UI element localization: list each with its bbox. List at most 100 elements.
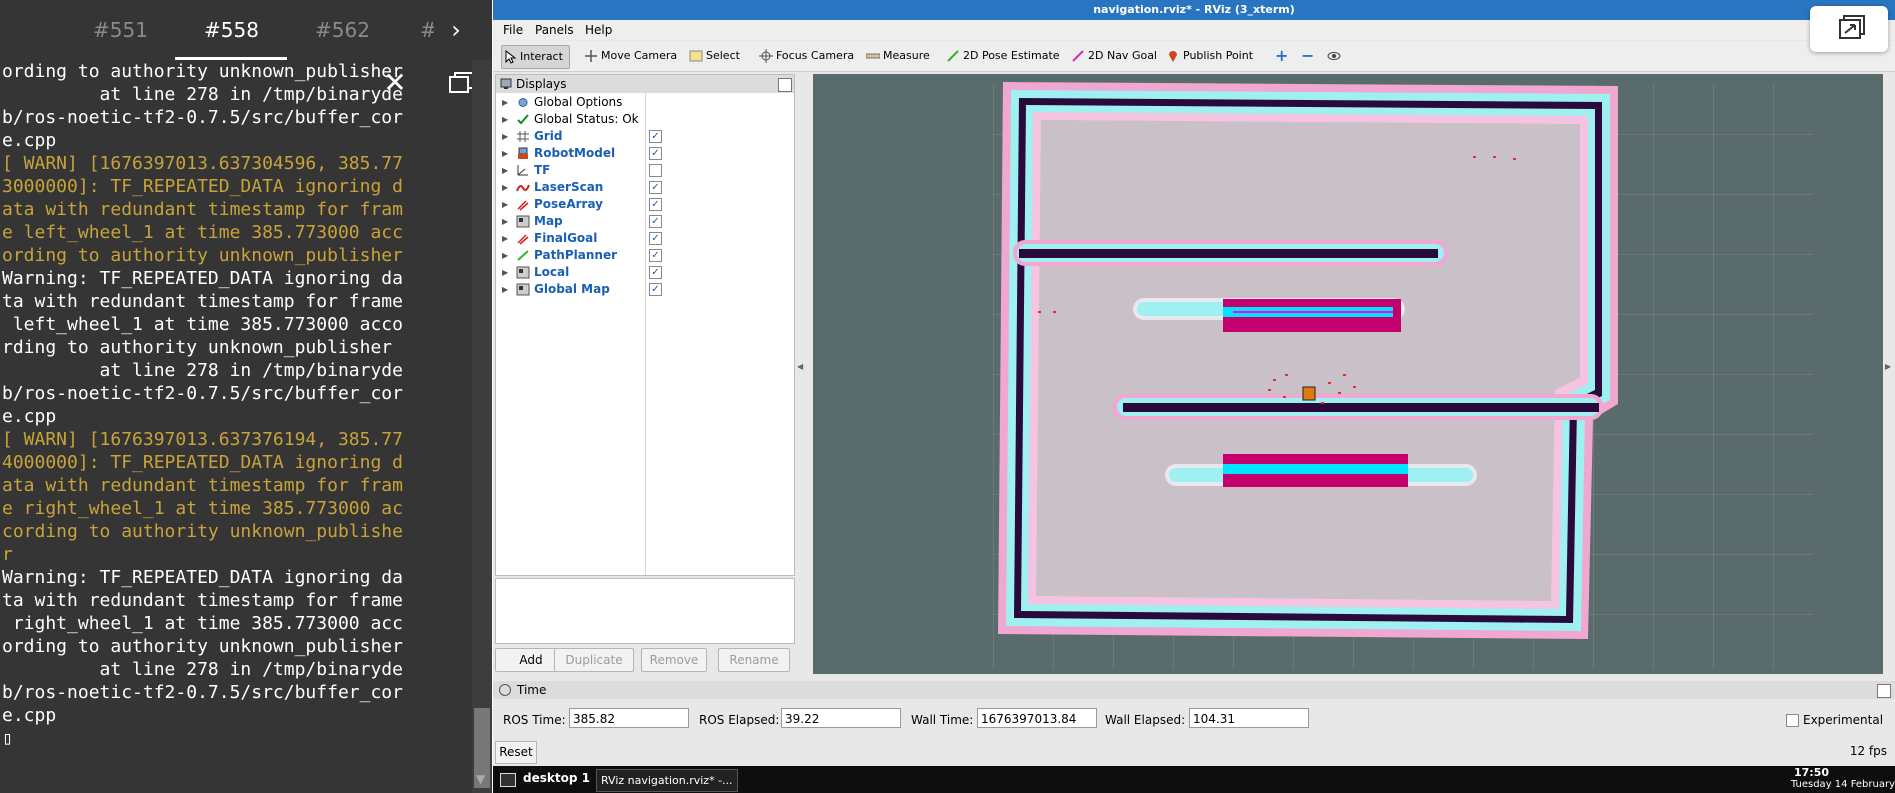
- menu-help[interactable]: Help: [585, 20, 612, 40]
- right-splitter[interactable]: ▶: [1884, 74, 1895, 674]
- display-item[interactable]: ▶ TF: [496, 162, 794, 179]
- move-icon: [585, 50, 597, 62]
- publish-point-button[interactable]: Publish Point: [1165, 45, 1253, 67]
- display-item-label: Map: [534, 214, 563, 228]
- chevron-right-icon[interactable]: ›: [440, 14, 472, 46]
- display-enable-checkbox[interactable]: [649, 164, 662, 177]
- select-button[interactable]: Select: [688, 45, 740, 67]
- occupancy-map-render[interactable]: [813, 74, 1883, 674]
- desktop-icon[interactable]: [500, 773, 516, 787]
- display-item[interactable]: ▶ Map ✓: [496, 213, 794, 230]
- interact-button[interactable]: Interact: [501, 45, 570, 69]
- undock-icon[interactable]: [778, 78, 792, 92]
- terminal-line: e.cpp: [2, 406, 57, 427]
- taskbar: desktop 1 RViz navigation.rviz* -... 17:…: [493, 766, 1895, 793]
- experimental-checkbox[interactable]: [1786, 714, 1799, 727]
- desktop-switcher[interactable]: desktop 1: [523, 771, 590, 785]
- display-enable-checkbox[interactable]: ✓: [649, 283, 662, 296]
- expand-arrow-icon[interactable]: ▶: [502, 162, 508, 179]
- grid-icon: [517, 131, 529, 142]
- display-item[interactable]: ▶ PathPlanner ✓: [496, 247, 794, 264]
- display-item[interactable]: ▶ RobotModel ✓: [496, 145, 794, 162]
- expand-arrow-icon[interactable]: ▶: [502, 247, 508, 264]
- terminal-scrollbar[interactable]: ▼: [472, 60, 492, 793]
- rviz-window: navigation.rviz* - RViz (3_xterm) File P…: [493, 0, 1895, 766]
- focus-icon: [759, 49, 773, 63]
- display-enable-checkbox[interactable]: ✓: [649, 215, 662, 228]
- focus-camera-button[interactable]: Focus Camera: [758, 45, 854, 67]
- terminal-tab-558[interactable]: #558: [204, 0, 259, 60]
- terminal-tab-551[interactable]: #551: [93, 0, 148, 60]
- expand-arrow-icon[interactable]: ▶: [502, 179, 508, 196]
- expand-arrow-icon[interactable]: ▶: [502, 213, 508, 230]
- display-enable-checkbox[interactable]: ✓: [649, 198, 662, 211]
- map-icon: [516, 283, 530, 296]
- pose-estimate-button[interactable]: 2D Pose Estimate: [945, 45, 1060, 67]
- remove-display-button[interactable]: Remove: [641, 648, 707, 672]
- expand-arrow-icon[interactable]: ▶: [502, 196, 508, 213]
- display-enable-checkbox[interactable]: ✓: [649, 249, 662, 262]
- terminal-line: e.cpp: [2, 705, 57, 726]
- wall-time-field[interactable]: 1676397013.84: [977, 708, 1097, 728]
- map-icon: [516, 266, 530, 279]
- chevron-left-icon[interactable]: ◀: [797, 362, 803, 371]
- scroll-down-icon[interactable]: ▼: [476, 773, 488, 785]
- terminal-line: cording to authority unknown_publishe: [2, 521, 403, 542]
- terminal-line: e.cpp: [2, 130, 57, 151]
- display-enable-checkbox[interactable]: ✓: [649, 232, 662, 245]
- render-viewport[interactable]: [813, 74, 1883, 674]
- close-icon[interactable]: ✕: [378, 66, 412, 100]
- display-enable-checkbox[interactable]: ✓: [649, 181, 662, 194]
- display-item[interactable]: ▶ Grid ✓: [496, 128, 794, 145]
- display-item[interactable]: ▶ Global Status: Ok: [496, 111, 794, 128]
- display-enable-checkbox[interactable]: ✓: [649, 147, 662, 160]
- expand-arrow-icon[interactable]: ▶: [502, 94, 508, 111]
- rename-display-button[interactable]: Rename: [718, 648, 790, 672]
- expand-arrow-icon[interactable]: ▶: [502, 264, 508, 281]
- display-item[interactable]: ▶ Global Map ✓: [496, 281, 794, 298]
- expand-arrow-icon[interactable]: ▶: [502, 111, 508, 128]
- expand-arrow-icon[interactable]: ▶: [502, 230, 508, 247]
- display-item[interactable]: ▶ FinalGoal ✓: [496, 230, 794, 247]
- plus-icon[interactable]: +: [1275, 45, 1288, 67]
- ros-time-field[interactable]: 385.82: [569, 708, 689, 728]
- terminal-line: Warning: TF_REPEATED_DATA ignoring da: [2, 268, 403, 289]
- terminal-tab-562[interactable]: #562: [315, 0, 370, 60]
- terminal-line: ▯: [2, 728, 13, 749]
- display-item-label: FinalGoal: [534, 231, 598, 245]
- reset-button[interactable]: Reset: [495, 741, 537, 764]
- display-item[interactable]: ▶ Global Options: [496, 94, 794, 111]
- robot-icon: [518, 147, 528, 159]
- measure-button[interactable]: Measure: [865, 45, 930, 67]
- wall-elapsed-label: Wall Elapsed:: [1105, 713, 1186, 727]
- display-item[interactable]: ▶ LaserScan ✓: [496, 179, 794, 196]
- left-splitter[interactable]: ◀: [796, 74, 805, 674]
- duplicate-display-button[interactable]: Duplicate: [554, 648, 634, 672]
- floating-restore-button[interactable]: [1810, 6, 1888, 52]
- undock-icon[interactable]: [1877, 684, 1891, 698]
- terminal-line: e right_wheel_1 at time 385.773000 ac: [2, 498, 403, 519]
- move-camera-button[interactable]: Move Camera: [583, 45, 677, 67]
- terminal-line: ta with redundant timestamp for frame: [2, 291, 403, 312]
- chevron-right-icon[interactable]: ▶: [1885, 362, 1891, 371]
- display-item[interactable]: ▶ Local ✓: [496, 264, 794, 281]
- time-panel-header: Time: [493, 681, 1895, 699]
- taskbar-app-rviz[interactable]: RViz navigation.rviz* -...: [596, 769, 738, 792]
- eye-icon[interactable]: [1327, 45, 1341, 67]
- expand-arrow-icon[interactable]: ▶: [502, 128, 508, 145]
- expand-arrow-icon[interactable]: ▶: [502, 281, 508, 298]
- display-item[interactable]: ▶ PoseArray ✓: [496, 196, 794, 213]
- nav-goal-button[interactable]: 2D Nav Goal: [1070, 45, 1157, 67]
- expand-arrow-icon[interactable]: ▶: [502, 145, 508, 162]
- minus-icon[interactable]: −: [1301, 45, 1314, 67]
- terminal-line: b/ros-noetic-tf2-0.7.5/src/buffer_cor: [2, 682, 403, 703]
- menu-file[interactable]: File: [503, 20, 523, 40]
- display-enable-checkbox[interactable]: ✓: [649, 130, 662, 143]
- wall-elapsed-field[interactable]: 104.31: [1189, 708, 1309, 728]
- display-item-label: TF: [534, 163, 551, 177]
- terminal-tab-partial[interactable]: #5: [420, 0, 434, 60]
- terminal-output: ording to authority unknown_publisher at…: [2, 60, 448, 760]
- menu-panels[interactable]: Panels: [535, 20, 574, 40]
- ros-elapsed-field[interactable]: 39.22: [781, 708, 901, 728]
- display-enable-checkbox[interactable]: ✓: [649, 266, 662, 279]
